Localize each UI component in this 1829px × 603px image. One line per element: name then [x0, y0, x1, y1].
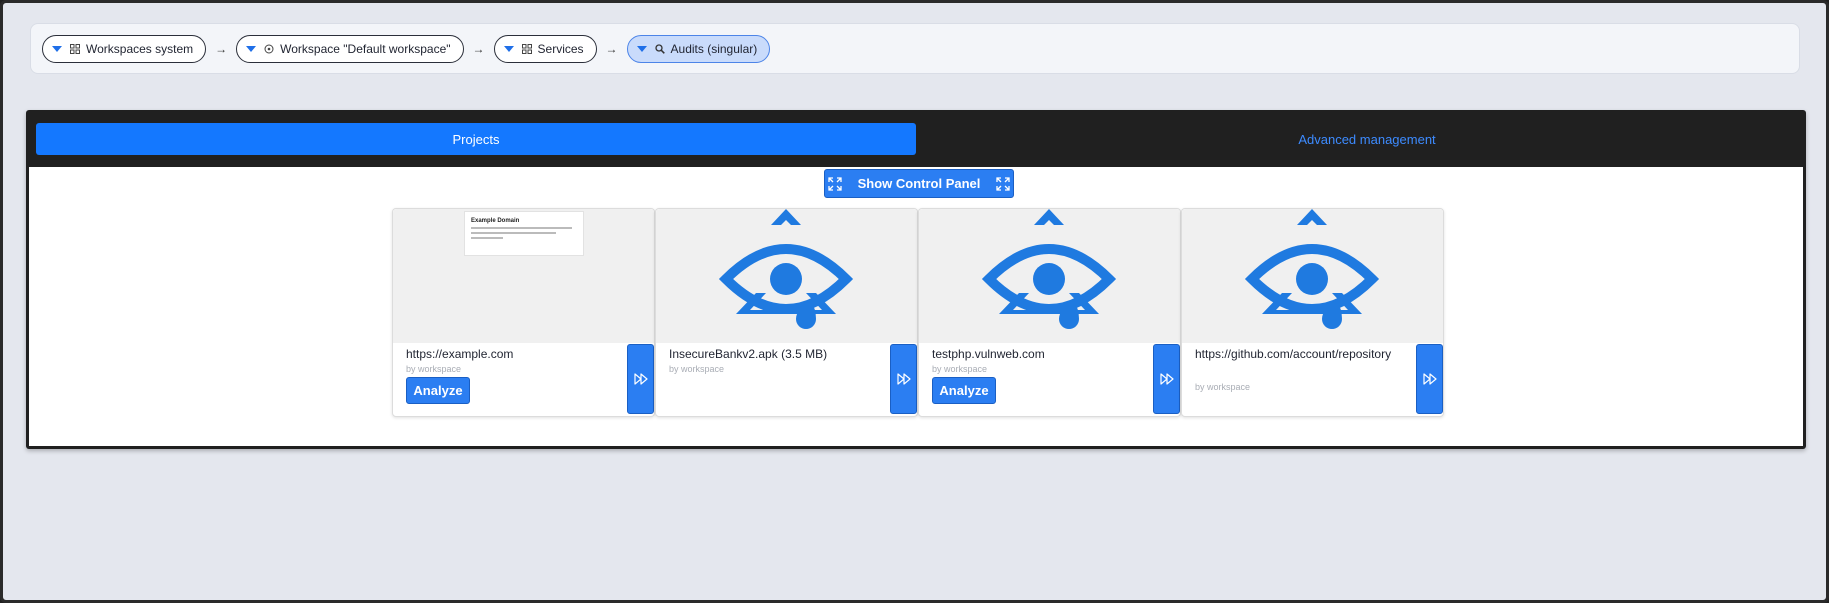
eye-logo-icon — [1244, 209, 1380, 329]
eye-logo-icon — [718, 209, 854, 329]
analyze-button[interactable]: Analyze — [406, 377, 470, 404]
fast-forward-icon — [633, 373, 648, 385]
project-card: testphp.vulnweb.com by workspace Analyze — [918, 208, 1181, 417]
caret-down-icon[interactable] — [246, 45, 257, 52]
breadcrumb-label: Workspaces system — [86, 41, 194, 56]
fast-forward-icon — [1422, 373, 1437, 385]
fast-forward-icon — [1159, 373, 1174, 385]
target-icon — [264, 44, 274, 54]
project-owner: by workspace — [1195, 382, 1251, 392]
page-preview: Example Domain — [464, 211, 584, 256]
breadcrumb-item-services[interactable]: Services — [493, 34, 597, 63]
show-control-panel-button[interactable]: Show Control Panel — [824, 169, 1014, 198]
breadcrumb-item-workspaces-system[interactable]: Workspaces system — [42, 34, 207, 63]
tab-advanced-management[interactable]: Advanced management — [938, 123, 1796, 155]
breadcrumb-label: Workspace "Default workspace" — [280, 41, 451, 56]
fast-forward-icon — [896, 373, 911, 385]
open-project-button[interactable] — [1416, 344, 1443, 414]
open-project-button[interactable] — [890, 344, 917, 414]
preview-title: Example Domain — [471, 218, 520, 224]
eye-logo-thumbnail[interactable] — [1182, 209, 1443, 343]
page-preview-thumbnail[interactable]: Example Domain — [393, 209, 654, 343]
caret-down-icon[interactable] — [52, 45, 62, 52]
breadcrumb-label: Audits (singular) — [670, 41, 758, 56]
grid-icon — [521, 43, 532, 54]
arrow-right-icon: → — [215, 41, 228, 56]
caret-down-icon[interactable] — [503, 45, 514, 52]
project-card: https://github.com/account/repository by… — [1181, 208, 1444, 417]
project-title: testphp.vulnweb.com — [932, 347, 1045, 361]
caret-down-icon[interactable] — [636, 45, 647, 52]
breadcrumb-item-workspace[interactable]: Workspace "Default workspace" — [236, 34, 464, 63]
project-card: Example Domain https://example.com by wo… — [392, 208, 655, 417]
breadcrumb-label: Services — [537, 41, 584, 56]
arrow-right-icon: → — [605, 41, 618, 56]
eye-logo-icon — [981, 209, 1117, 329]
search-icon — [654, 43, 665, 54]
project-card: InsecureBankv2.apk (3.5 MB) by workspace — [655, 208, 918, 417]
open-project-button[interactable] — [1153, 344, 1180, 414]
tab-projects[interactable]: Projects — [36, 123, 916, 155]
eye-logo-thumbnail[interactable] — [919, 209, 1180, 343]
projects-panel: Projects Advanced management Show Contro… — [26, 110, 1806, 449]
expand-icon — [827, 176, 842, 191]
app-window: Workspaces system → Workspace "Default w… — [0, 0, 1829, 603]
project-title: https://github.com/account/repository — [1195, 347, 1392, 361]
project-title: InsecureBankv2.apk (3.5 MB) — [669, 347, 828, 361]
open-project-button[interactable] — [627, 344, 654, 414]
breadcrumb-item-audits[interactable]: Audits (singular) — [626, 34, 771, 63]
breadcrumb: Workspaces system → Workspace "Default w… — [30, 23, 1800, 74]
expand-icon — [996, 176, 1011, 191]
project-owner: by workspace — [932, 364, 988, 374]
project-owner: by workspace — [406, 364, 462, 374]
eye-logo-thumbnail[interactable] — [656, 209, 917, 343]
project-cards: Example Domain https://example.com by wo… — [392, 208, 1444, 417]
analyze-button[interactable]: Analyze — [932, 377, 996, 404]
arrow-right-icon: → — [472, 41, 485, 56]
project-title: https://example.com — [406, 347, 514, 361]
projects-content: Show Control Panel Example Domain https: — [29, 167, 1803, 446]
tab-bar: Projects Advanced management — [26, 110, 1806, 167]
grid-icon — [70, 43, 80, 54]
show-control-panel-label: Show Control Panel — [857, 176, 981, 191]
project-owner: by workspace — [669, 364, 725, 374]
